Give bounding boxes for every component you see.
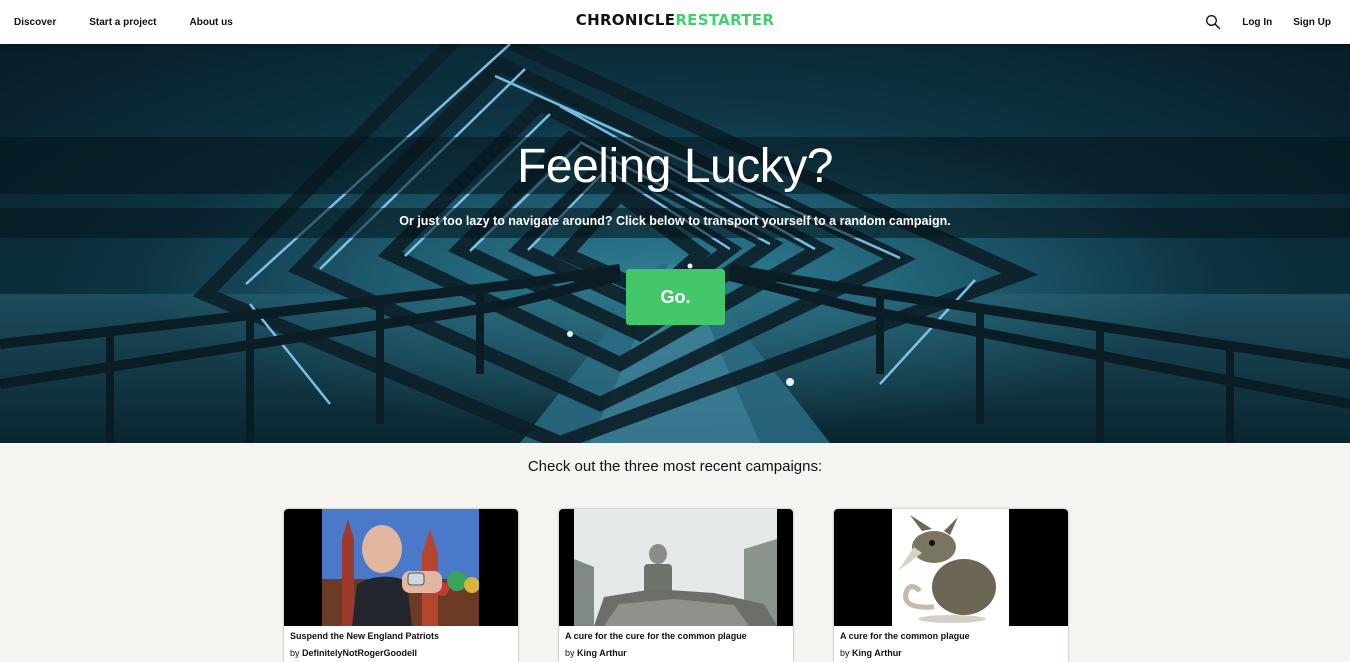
campaign-title[interactable]: A cure for the cure for the common plagu… bbox=[565, 631, 747, 641]
campaign-thumbnail bbox=[559, 509, 793, 626]
go-random-campaign-button[interactable]: Go. bbox=[626, 269, 725, 325]
campaign-by-prefix: by bbox=[840, 648, 850, 658]
signup-link[interactable]: Sign Up bbox=[1293, 17, 1331, 28]
site-logo[interactable]: CHRONICLERESTARTER bbox=[0, 11, 1350, 29]
campaign-thumbnail bbox=[284, 509, 518, 626]
campaign-by-prefix: by bbox=[565, 648, 575, 658]
campaign-author[interactable]: DefinitelyNotRogerGoodell bbox=[302, 648, 417, 658]
campaign-image bbox=[574, 509, 777, 626]
campaign-title[interactable]: A cure for the common plague bbox=[840, 631, 970, 641]
campaign-thumbnail bbox=[834, 509, 1068, 626]
campaign-card[interactable]: Suspend the New England Patriots by Defi… bbox=[284, 509, 518, 662]
logo-text-chronicle: CHRONICLE bbox=[575, 11, 676, 29]
campaign-byline: by King Arthur bbox=[840, 648, 902, 658]
logo-text-restarter: RESTARTER bbox=[675, 11, 775, 29]
login-link[interactable]: Log In bbox=[1242, 17, 1272, 28]
campaign-card[interactable]: A cure for the common plague by King Art… bbox=[834, 509, 1068, 662]
hero-bridge-background bbox=[0, 44, 1350, 443]
nav-right: Log In Sign Up bbox=[1205, 0, 1331, 44]
campaign-card[interactable]: A cure for the cure for the common plagu… bbox=[559, 509, 793, 662]
campaign-author[interactable]: King Arthur bbox=[852, 648, 902, 658]
campaign-title[interactable]: Suspend the New England Patriots bbox=[290, 631, 439, 641]
campaign-by-prefix: by bbox=[290, 648, 300, 658]
recent-campaigns-heading: Check out the three most recent campaign… bbox=[527, 458, 823, 475]
hero-title: Feeling Lucky? bbox=[517, 140, 833, 193]
campaign-author[interactable]: King Arthur bbox=[577, 648, 627, 658]
hero-banner: Feeling Lucky? Or just too lazy to navig… bbox=[0, 44, 1350, 443]
campaign-image bbox=[892, 509, 1009, 626]
campaign-byline: by DefinitelyNotRogerGoodell bbox=[290, 648, 417, 658]
campaign-byline: by King Arthur bbox=[565, 648, 627, 658]
campaign-image bbox=[322, 509, 479, 626]
search-icon[interactable] bbox=[1205, 14, 1221, 30]
top-nav-bar: Discover Start a project About us CHRONI… bbox=[0, 0, 1350, 44]
hero-subtitle: Or just too lazy to navigate around? Cli… bbox=[399, 214, 951, 228]
